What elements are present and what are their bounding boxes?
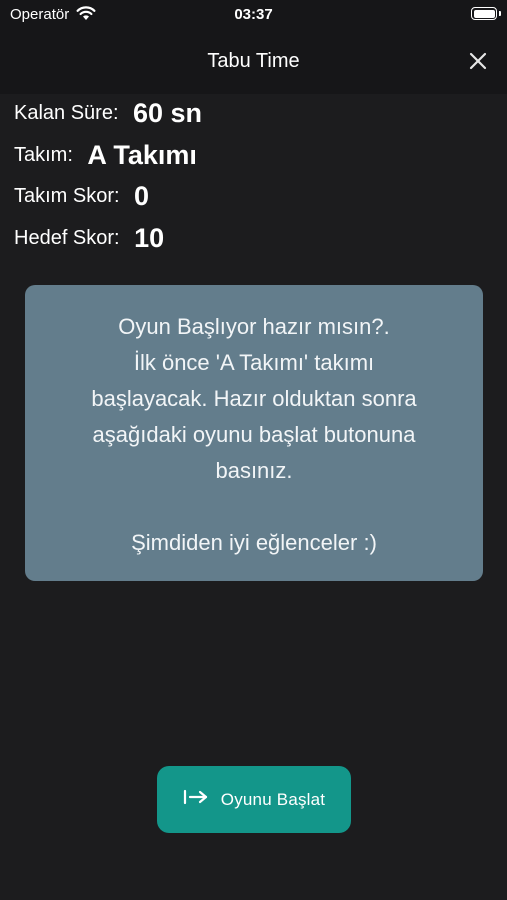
remaining-time-row: Kalan Süre: 60 sn <box>14 98 202 129</box>
remaining-time-value: 60 sn <box>132 98 203 128</box>
message-line: başlayacak. Hazır olduktan sonra <box>91 386 417 411</box>
message-line: basınız. <box>215 458 293 483</box>
start-game-label: Oyunu Başlat <box>220 789 326 809</box>
remaining-time-label: Kalan Süre: <box>14 102 119 124</box>
team-score-value: 0 <box>134 181 150 211</box>
close-icon <box>469 52 487 70</box>
status-bar: Operatör 03:37 <box>0 0 507 30</box>
target-score-value: 10 <box>134 223 165 253</box>
team-value: A Takımı <box>87 140 197 170</box>
page-title: Tabu Time <box>207 50 300 72</box>
instruction-card: Oyun Başlıyor hazır mısın?. İlk önce 'A … <box>25 285 483 581</box>
status-time: 03:37 <box>234 6 273 23</box>
battery-icon <box>471 7 497 20</box>
team-label: Takım: <box>14 144 73 166</box>
team-score-label: Takım Skor: <box>14 185 120 207</box>
close-button[interactable] <box>465 48 491 74</box>
message-closing: Şimdiden iyi eğlenceler :) <box>131 530 377 555</box>
start-game-button[interactable]: Oyunu Başlat <box>157 766 351 833</box>
message-line: aşağıdaki oyunu başlat butonuna <box>92 422 416 447</box>
target-score-label: Hedef Skor: <box>14 227 120 249</box>
nav-bar: Tabu Time <box>0 30 507 94</box>
battery-tip <box>499 11 501 16</box>
target-score-row: Hedef Skor: 10 <box>14 223 164 254</box>
message-line: İlk önce 'A Takımı' takımı <box>133 350 375 375</box>
team-row: Takım: A Takımı <box>14 140 197 171</box>
team-score-row: Takım Skor: 0 <box>14 181 149 212</box>
message-line: Oyun Başlıyor hazır mısın?. <box>118 314 390 339</box>
login-arrow-icon <box>183 789 209 810</box>
